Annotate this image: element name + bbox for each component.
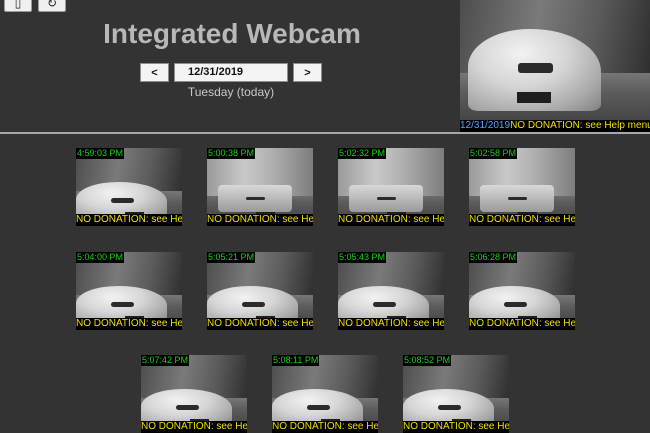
snapshot-caption: NO DONATION: see Help menu [76,214,182,226]
snapshot-vehicle [217,185,292,212]
snapshot-caption: NO DONATION: see Help menu [469,318,575,330]
snapshot-time: 5:04:00 PM [76,252,125,263]
app-title: Integrated Webcam [103,18,361,49]
snapshot-time: 5:06:28 PM [469,252,518,263]
preview-plate [517,92,552,103]
snapshot-time: 5:08:52 PM [403,355,452,366]
snapshot-vehicle [479,185,554,212]
date-field[interactable]: 12/31/2019 [174,63,288,82]
snapshot-thumbnail[interactable]: 5:02:58 PM NO DONATION: see Help menu [469,148,575,226]
snapshot-caption: NO DONATION: see Help menu [338,318,444,330]
live-preview[interactable]: 12/31/2019NO DONATION: see Help menu [460,0,650,132]
snapshot-caption: NO DONATION: see Help menu [207,214,313,226]
snapshot-thumbnail[interactable]: 5:06:28 PM NO DONATION: see Help menu [469,252,575,330]
preview-message: NO DONATION: see Help menu [510,120,650,131]
preview-date: 12/31/2019 [460,120,511,131]
refresh-icon: ↻ [46,0,58,10]
snapshot-time: 4:59:03 PM [76,148,125,159]
snapshot-caption: NO DONATION: see Help menu [207,318,313,330]
snapshot-caption: NO DONATION: see Help menu [76,318,182,330]
snapshot-thumbnail[interactable]: 4:59:03 PM NO DONATION: see Help menu [76,148,182,226]
snapshot-thumbnail[interactable]: 5:04:00 PM NO DONATION: see Help menu [76,252,182,330]
snapshot-thumbnail[interactable]: 5:07:42 PM NO DONATION: see Help menu [141,355,247,433]
window-icon: ▯ [14,0,22,10]
snapshot-time: 5:02:32 PM [338,148,387,159]
snapshot-time: 5:05:43 PM [338,252,387,263]
snapshot-vehicle [348,185,423,212]
snapshot-thumbnail[interactable]: 5:05:43 PM NO DONATION: see Help menu [338,252,444,330]
snapshot-caption: NO DONATION: see Help menu [469,214,575,226]
snapshot-time: 5:00:38 PM [207,148,256,159]
snapshot-thumbnail[interactable]: 5:02:32 PM NO DONATION: see Help menu [338,148,444,226]
snapshot-time: 5:07:42 PM [141,355,190,366]
snapshot-thumbnail[interactable]: 5:00:38 PM NO DONATION: see Help menu [207,148,313,226]
preview-caption: 12/31/2019NO DONATION: see Help menu [460,120,650,132]
snapshot-time: 5:05:21 PM [207,252,256,263]
day-label: Tuesday (today) [187,85,275,99]
snapshot-time: 5:08:11 PM [272,355,320,366]
snapshot-caption: NO DONATION: see Help menu [338,214,444,226]
snapshot-time: 5:02:58 PM [469,148,518,159]
snapshot-thumbnail[interactable]: 5:08:11 PM NO DONATION: see Help menu [272,355,378,433]
next-day-button[interactable]: > [293,63,322,82]
snapshot-caption: NO DONATION: see Help menu [141,421,247,433]
snapshot-thumbnail[interactable]: 5:05:21 PM NO DONATION: see Help menu [207,252,313,330]
snapshot-caption: NO DONATION: see Help menu [272,421,378,433]
window-button[interactable]: ▯ [4,0,32,12]
snapshot-caption: NO DONATION: see Help menu [403,421,509,433]
previous-day-button[interactable]: < [140,63,169,82]
divider [0,132,650,134]
refresh-button[interactable]: ↻ [38,0,66,12]
snapshot-thumbnail[interactable]: 5:08:52 PM NO DONATION: see Help menu [403,355,509,433]
